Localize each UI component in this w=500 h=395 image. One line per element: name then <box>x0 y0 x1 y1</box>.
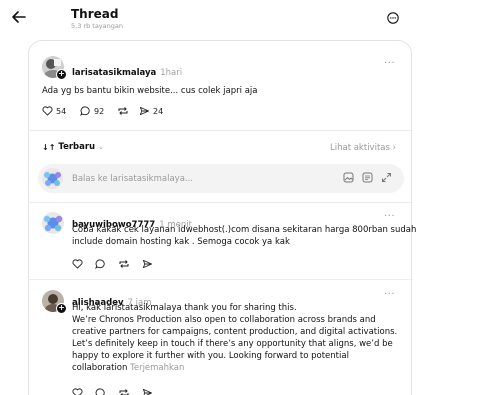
reply-text-line: creative partners for campaigns, content… <box>72 327 398 337</box>
send-icon[interactable] <box>142 259 153 269</box>
reply-text-line: Let’s definitely keep in touch if there’… <box>72 339 393 349</box>
comment-icon[interactable] <box>95 259 106 269</box>
share-button[interactable]: 24 <box>139 106 163 116</box>
repost-button[interactable] <box>117 106 129 116</box>
heart-icon <box>42 106 53 116</box>
more-circle-icon <box>387 12 399 24</box>
reply-text-line: collaboration <box>72 363 128 373</box>
like-count: 54 <box>56 106 67 116</box>
repost-icon[interactable] <box>118 388 130 395</box>
view-count: 5,3 rb tayangan <box>71 22 123 30</box>
send-icon[interactable] <box>142 388 153 395</box>
divider <box>28 130 413 131</box>
sort-dropdown[interactable]: ↓↑ Terbaru ⌄ <box>42 142 104 152</box>
reply-text-line: Hi, kak laristatasikmalaya thank you for… <box>72 303 297 313</box>
image-icon <box>343 172 354 183</box>
comment-icon <box>80 106 90 116</box>
divider <box>28 202 413 203</box>
arrow-left-icon <box>12 11 26 23</box>
comment-count: 92 <box>94 106 105 116</box>
repost-icon[interactable] <box>118 259 130 269</box>
comment-button[interactable]: 92 <box>80 106 104 116</box>
back-button[interactable] <box>10 8 28 26</box>
post-more-icon[interactable]: ··· <box>384 58 395 69</box>
heart-icon[interactable] <box>72 388 83 395</box>
follow-icon[interactable]: + <box>56 69 67 80</box>
reply-text: Coba kakak cek layanan idwebhost(.)com d… <box>72 224 416 248</box>
follow-icon[interactable]: + <box>56 303 67 314</box>
heart-icon[interactable] <box>72 259 83 269</box>
share-count: 24 <box>153 106 164 116</box>
reply-more-icon[interactable]: ··· <box>384 211 395 222</box>
chevron-right-icon: › <box>392 143 397 153</box>
comment-icon[interactable] <box>95 388 106 395</box>
post-username[interactable]: larisatasikmalaya <box>72 68 156 78</box>
view-activity-link[interactable]: Lihat aktivitas › <box>330 143 396 153</box>
reply-text-line: Coba kakak cek layanan idwebhost(.)com d… <box>72 225 417 235</box>
reply-text: Hi, kak laristatasikmalaya thank you for… <box>72 302 397 374</box>
page-title: Thread <box>71 7 119 21</box>
image-attach-button[interactable] <box>343 172 354 183</box>
post-text: Ada yg bs bantu bikin website... cus col… <box>42 86 258 96</box>
like-button[interactable]: 54 <box>42 106 66 116</box>
repost-icon <box>118 107 128 115</box>
expand-button[interactable] <box>381 172 392 183</box>
send-icon <box>139 106 150 116</box>
divider <box>28 279 413 280</box>
reply-placeholder[interactable]: Balas ke larisatasikmalaya... <box>72 174 193 184</box>
reply-actions <box>72 388 153 395</box>
view-activity-label: Lihat aktivitas <box>330 143 390 153</box>
reply-text-line: happy to explore it further with you. Lo… <box>72 351 349 361</box>
post-time: 1hari <box>160 68 183 78</box>
avatar <box>42 168 63 189</box>
more-options-button[interactable] <box>387 12 399 24</box>
chevron-down-icon: ⌄ <box>98 143 104 151</box>
expand-icon <box>382 173 391 182</box>
avatar[interactable] <box>42 212 64 234</box>
sort-label: Terbaru <box>58 142 96 152</box>
reply-actions <box>72 259 153 269</box>
reply-text-line: We’re Chronos Production also open to co… <box>72 315 376 325</box>
gif-button[interactable] <box>362 172 373 183</box>
sort-icon: ↓↑ <box>42 142 56 152</box>
reply-text-line: include domain hosting kak . Semoga coco… <box>72 237 290 247</box>
reply-more-icon[interactable]: ··· <box>384 289 395 300</box>
translate-link[interactable]: Terjemahkan <box>130 363 184 373</box>
gif-icon <box>362 172 373 183</box>
